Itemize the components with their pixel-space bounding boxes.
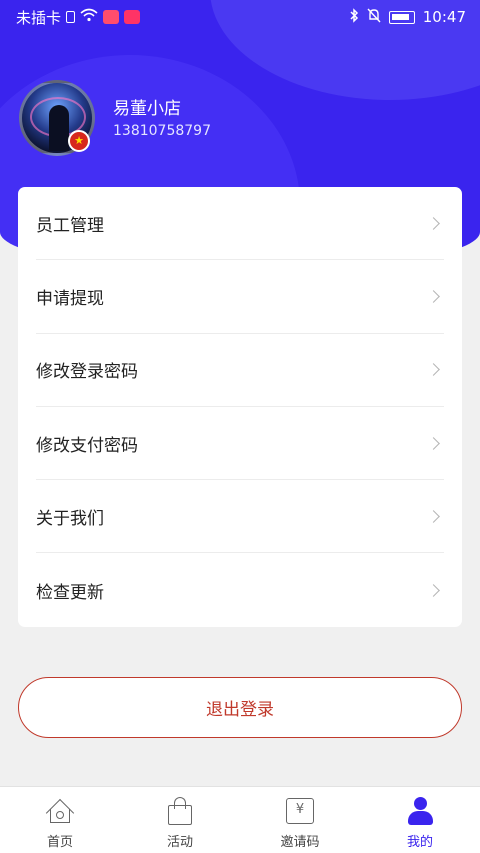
- tab-label: 活动: [166, 835, 193, 850]
- tab-label: 我的: [406, 835, 433, 850]
- chevron-right-icon: [427, 509, 440, 523]
- home-icon: [45, 798, 75, 828]
- bottom-tab-bar: 首页 活动 ¥ 邀请码 我的: [0, 786, 480, 853]
- menu-item-label: 修改支付密码: [36, 435, 138, 456]
- ticket-icon: ¥: [286, 798, 314, 824]
- phone-number: 13810758797: [113, 123, 211, 139]
- tab-invite-code[interactable]: ¥ 邀请码: [240, 787, 360, 853]
- chevron-right-icon: [427, 216, 440, 230]
- menu-item-change-payment-password[interactable]: 修改支付密码: [36, 407, 444, 481]
- tab-label: 邀请码: [280, 835, 320, 850]
- carrier-label: 未插卡: [16, 8, 62, 27]
- mute-icon: [367, 8, 381, 27]
- menu-item-label: 检查更新: [36, 582, 104, 603]
- menu-item-label: 员工管理: [36, 215, 104, 236]
- app-badge-icon: [103, 10, 120, 24]
- sim-icon: [66, 11, 76, 23]
- menu-item-label: 关于我们: [36, 508, 104, 529]
- bluetooth-icon: [349, 7, 359, 27]
- chevron-right-icon: [427, 290, 440, 303]
- status-bar: 未插卡 10:47: [0, 0, 480, 34]
- logout-button[interactable]: 退出登录: [18, 677, 462, 738]
- settings-menu: 员工管理 申请提现 修改登录密码 修改支付密码 关于我们 检查更新: [18, 187, 462, 627]
- chevron-right-icon: [427, 583, 440, 597]
- menu-item-about-us[interactable]: 关于我们: [36, 480, 444, 554]
- wifi-icon: [80, 8, 98, 26]
- user-icon: [407, 797, 433, 825]
- clock: 10:47: [422, 8, 466, 26]
- menu-item-label: 修改登录密码: [36, 362, 138, 383]
- chevron-right-icon: [427, 436, 440, 450]
- tab-label: 首页: [46, 835, 73, 850]
- flag-badge-icon: ★: [68, 130, 90, 152]
- shop-name: 易董小店: [113, 99, 181, 119]
- tab-activity[interactable]: 活动: [120, 787, 240, 853]
- message-badge-icon: [124, 10, 141, 24]
- battery-icon: [388, 10, 415, 24]
- chevron-right-icon: [427, 363, 440, 377]
- menu-item-check-update[interactable]: 检查更新: [36, 553, 444, 626]
- menu-item-staff-management[interactable]: 员工管理: [36, 187, 444, 261]
- menu-item-label: 申请提现: [36, 288, 104, 309]
- tab-mine[interactable]: 我的: [360, 787, 480, 853]
- bag-icon: [166, 797, 194, 825]
- tab-home[interactable]: 首页: [0, 787, 120, 853]
- menu-item-change-login-password[interactable]: 修改登录密码: [36, 334, 444, 407]
- menu-item-withdraw[interactable]: 申请提现: [36, 260, 444, 334]
